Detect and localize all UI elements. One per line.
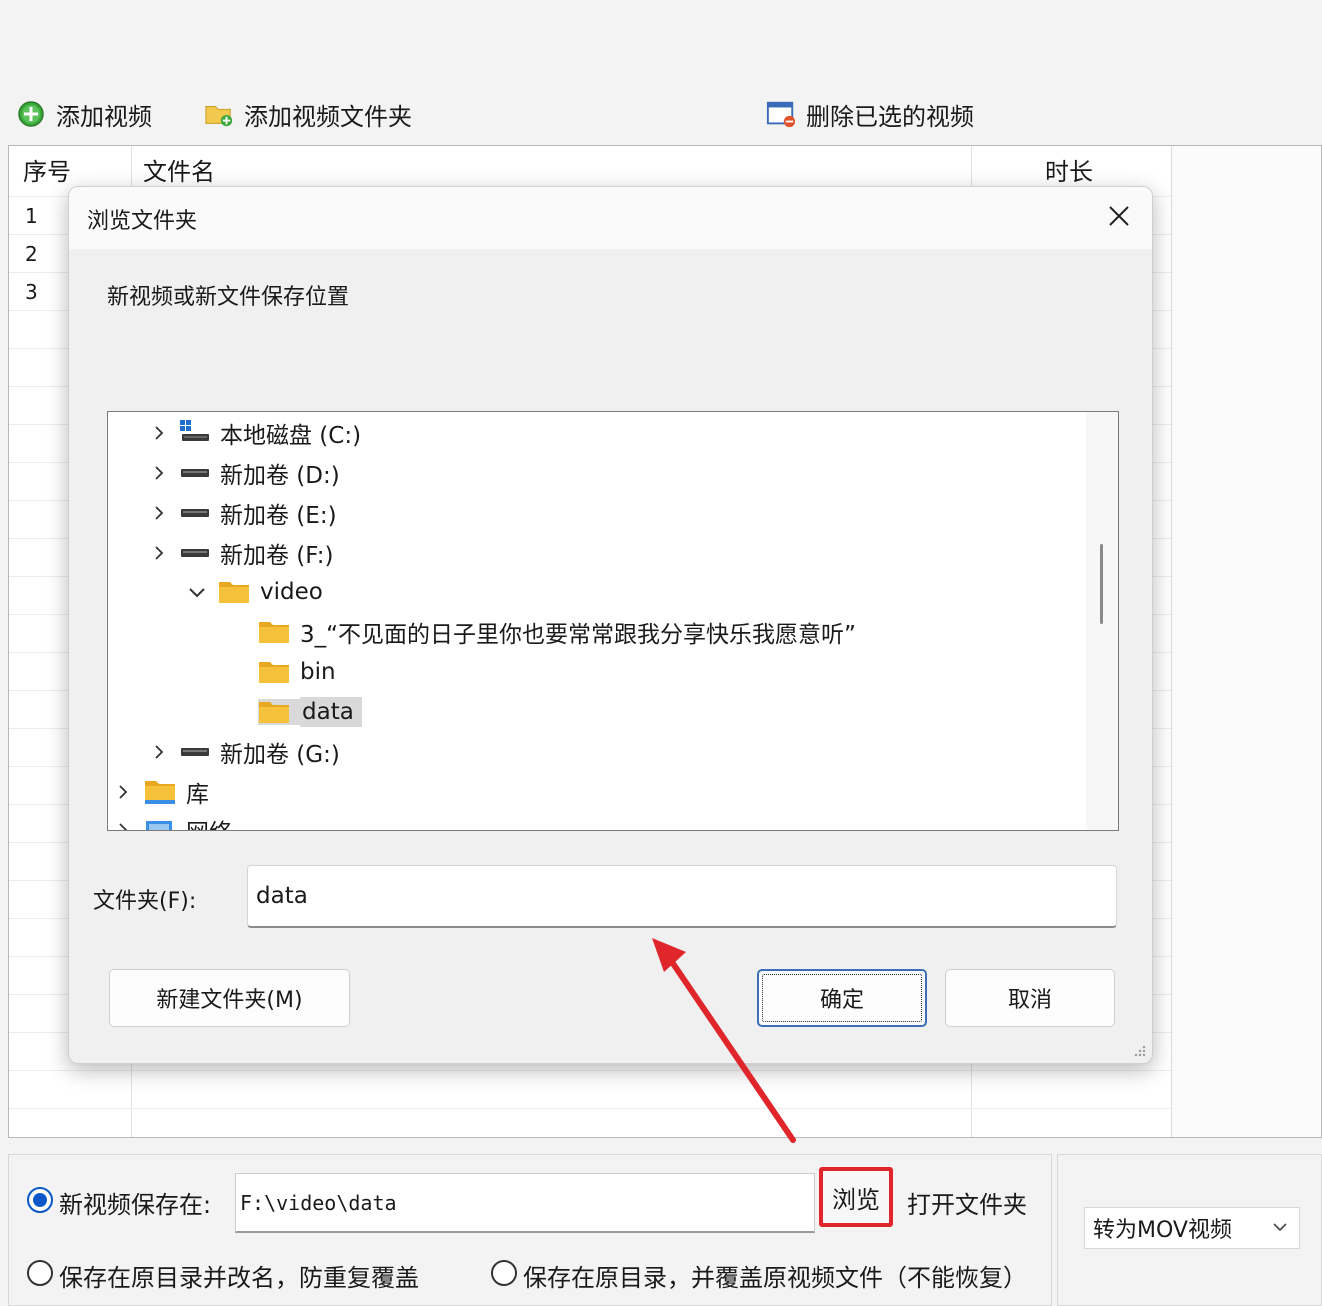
scrollbar-thumb[interactable] <box>1100 544 1103 624</box>
delete-selected-label: 删除已选的视频 <box>806 102 974 131</box>
output-format-select[interactable]: 转为MOV视频 <box>1084 1207 1300 1249</box>
drive-icon <box>180 541 210 565</box>
tree-item-library[interactable]: 库 <box>112 773 209 811</box>
tree-item-label: 库 <box>186 782 209 808</box>
folder-add-icon <box>204 99 234 129</box>
format-select-value: 转为MOV视频 <box>1093 1218 1232 1243</box>
drive-icon <box>180 501 210 525</box>
main-toolbar: 添加视频 添加视频文件夹 删除已选的视频 <box>0 0 1322 145</box>
new-folder-button[interactable]: 新建文件夹(M) <box>109 969 350 1027</box>
tree-item-drive-e[interactable]: 新加卷 (E:) <box>148 494 337 532</box>
chevron-right-icon[interactable] <box>112 781 134 803</box>
add-video-button[interactable]: 添加视频 <box>16 94 152 134</box>
folder-icon <box>258 619 290 645</box>
tree-item-drive-d[interactable]: 新加卷 (D:) <box>148 454 340 492</box>
table-row-index[interactable]: 1 <box>25 204 38 228</box>
tree-item-data[interactable]: data <box>258 693 362 731</box>
save-path-input[interactable] <box>235 1173 815 1233</box>
close-icon <box>1109 206 1129 226</box>
tree-item-label: 新加卷 (D:) <box>220 463 340 489</box>
folder-field-label: 文件夹(F): <box>93 889 197 914</box>
tree-item-drive-g[interactable]: 新加卷 (G:) <box>148 733 340 771</box>
tree-item-label: video <box>260 579 323 605</box>
chevron-right-icon[interactable] <box>148 422 170 444</box>
close-button[interactable] <box>1102 199 1136 233</box>
dialog-titlebar: 浏览文件夹 <box>69 187 1152 249</box>
tree-item-label: bin <box>300 659 336 685</box>
save-in-label: 新视频保存在: <box>59 1191 212 1219</box>
tree-item-label: 新加卷 (G:) <box>220 742 340 768</box>
tree-item-video[interactable]: video <box>186 573 323 611</box>
open-folder-button[interactable]: 打开文件夹 <box>907 1185 1027 1220</box>
ok-button[interactable]: 确定 <box>757 969 927 1027</box>
tree-item-network[interactable]: 网络 <box>112 811 232 830</box>
column-header-filename[interactable]: 文件名 <box>143 146 215 188</box>
table-row-index[interactable]: 3 <box>25 280 38 304</box>
delete-selected-button[interactable]: 删除已选的视频 <box>766 94 974 134</box>
tree-item-label: 网络 <box>186 813 232 830</box>
save-options-panel: 新视频保存在: 浏览 打开文件夹 保存在原目录并改名，防重复覆盖 保存在原目录，… <box>8 1154 1052 1306</box>
tree-item-bin[interactable]: bin <box>258 653 336 691</box>
tree-item-label: 3_“不见面的日子里你也要常常跟我分享快乐我愿意听” <box>300 622 856 648</box>
chevron-right-icon[interactable] <box>148 502 170 524</box>
dialog-title: 浏览文件夹 <box>87 209 198 234</box>
chevron-down-icon[interactable] <box>186 581 208 603</box>
folder-name-input[interactable] <box>247 865 1117 928</box>
column-header-index[interactable]: 序号 <box>23 146 71 188</box>
chevron-right-icon[interactable] <box>148 542 170 564</box>
tree-item-label: 新加卷 (E:) <box>220 503 337 529</box>
drive-icon <box>180 461 210 485</box>
tree-item-drive-f[interactable]: 新加卷 (F:) <box>148 534 333 572</box>
overwrite-radio[interactable] <box>491 1260 517 1286</box>
format-panel: 转为MOV视频 <box>1057 1154 1322 1306</box>
rename-option-label: 保存在原目录并改名，防重复覆盖 <box>59 1264 419 1292</box>
windows-drive-icon <box>180 420 210 445</box>
browse-label: 浏览 <box>832 1185 880 1214</box>
tree-item-label: 新加卷 (F:) <box>220 543 334 569</box>
add-folder-label: 添加视频文件夹 <box>244 102 412 131</box>
add-icon <box>16 99 46 129</box>
network-icon <box>144 817 176 830</box>
tree-item-folder-3[interactable]: 3_“不见面的日子里你也要常常跟我分享快乐我愿意听” <box>258 613 856 651</box>
folder-tree[interactable]: 本地磁盘 (C:) 新加卷 (D:) 新加卷 (E:) 新加卷 (F:) vid… <box>107 411 1119 831</box>
drive-icon <box>180 740 210 764</box>
folder-icon <box>258 699 300 725</box>
cancel-button[interactable]: 取消 <box>945 969 1115 1027</box>
folder-icon <box>258 659 290 685</box>
table-row-index[interactable]: 2 <box>25 242 38 266</box>
dialog-prompt: 新视频或新文件保存位置 <box>107 285 350 310</box>
chevron-down-icon <box>1273 1223 1287 1232</box>
folder-icon <box>218 579 250 605</box>
row-divider <box>9 1070 1321 1071</box>
rename-radio[interactable] <box>27 1260 53 1286</box>
add-folder-button[interactable]: 添加视频文件夹 <box>204 94 412 134</box>
overwrite-option-label: 保存在原目录，并覆盖原视频文件（不能恢复） <box>523 1264 1027 1292</box>
library-folder-icon <box>144 779 176 805</box>
delete-window-icon <box>766 99 796 129</box>
cancel-label: 取消 <box>1007 988 1052 1013</box>
focus-ring <box>762 974 922 1022</box>
add-video-label: 添加视频 <box>56 102 152 131</box>
column-header-duration[interactable]: 时长 <box>1045 146 1093 188</box>
chevron-right-icon[interactable] <box>112 819 134 830</box>
new-folder-label: 新建文件夹(M) <box>156 988 303 1013</box>
tree-item-label: 本地磁盘 (C:) <box>220 423 362 449</box>
tree-item-label: data <box>300 697 362 727</box>
browse-folder-dialog: 浏览文件夹 新视频或新文件保存位置 本地磁盘 (C:) 新加卷 (D:) 新加卷… <box>68 186 1153 1064</box>
tree-scrollbar[interactable] <box>1086 412 1118 830</box>
resize-grip-icon[interactable] <box>1132 1043 1146 1057</box>
row-divider <box>9 1108 1321 1109</box>
save-to-radio[interactable] <box>27 1187 53 1213</box>
side-pane <box>1171 146 1321 1137</box>
chevron-right-icon[interactable] <box>148 462 170 484</box>
tree-item-drive-c[interactable]: 本地磁盘 (C:) <box>148 414 361 452</box>
chevron-right-icon[interactable] <box>148 741 170 763</box>
browse-button[interactable]: 浏览 <box>819 1167 893 1227</box>
